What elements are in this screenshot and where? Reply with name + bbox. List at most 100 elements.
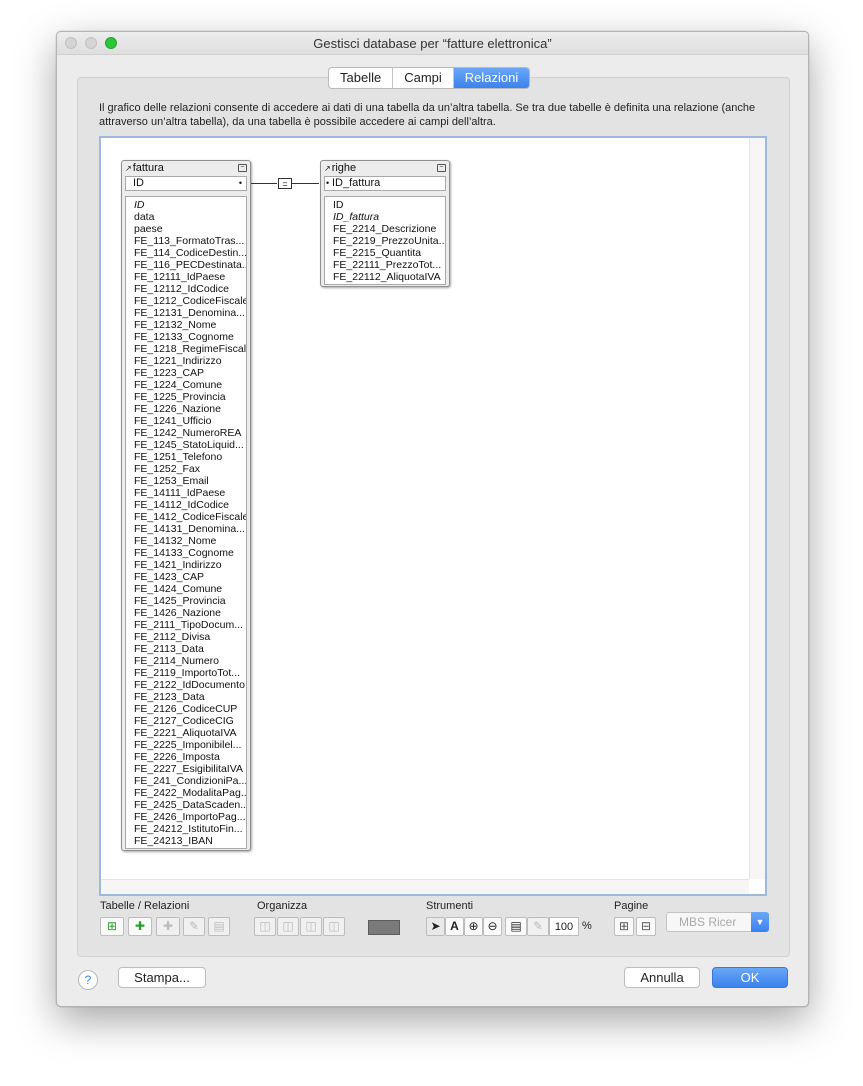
field-item[interactable]: FE_2113_Data <box>134 643 246 655</box>
field-item[interactable]: FE_2111_TipoDocum... <box>134 619 246 631</box>
field-item[interactable]: FE_1424_Comune <box>134 583 246 595</box>
color-swatch[interactable] <box>368 920 400 935</box>
add-relationship-button[interactable]: ✚ <box>128 917 152 936</box>
field-item[interactable]: FE_241_CondizioniPa... <box>134 775 246 787</box>
print-button[interactable]: Stampa... <box>118 967 206 988</box>
relationship-graph[interactable]: ↗fattura – ID • ID data paese FE_113_Format… <box>99 136 767 896</box>
field-item[interactable]: FE_1225_Provincia <box>134 391 246 403</box>
add-table-button[interactable]: ⊞ <box>100 917 124 936</box>
help-button[interactable]: ? <box>78 970 98 990</box>
field-item[interactable]: FE_14111_IdPaese <box>134 487 246 499</box>
match-field[interactable]: • ID_fattura <box>324 176 446 191</box>
tab-relazioni[interactable]: Relazioni <box>453 68 530 88</box>
delete-button[interactable]: ▤ <box>208 917 230 936</box>
field-item[interactable]: ID <box>333 199 445 211</box>
field-item[interactable]: FE_1241_Ufficio <box>134 415 246 427</box>
field-item[interactable]: FE_14112_IdCodice <box>134 499 246 511</box>
field-item[interactable]: FE_2219_PrezzoUnita... <box>333 235 445 247</box>
collapse-icon[interactable]: – <box>238 164 247 172</box>
field-item[interactable]: FE_2215_Quantita <box>333 247 445 259</box>
field-item[interactable]: FE_12132_Nome <box>134 319 246 331</box>
field-item[interactable]: FE_2123_Data <box>134 691 246 703</box>
field-item[interactable]: FE_24212_IstitutoFin... <box>134 823 246 835</box>
field-item[interactable]: FE_1224_Comune <box>134 379 246 391</box>
field-item[interactable]: FE_1426_Nazione <box>134 607 246 619</box>
plugin-popup[interactable]: MBS Ricer ▼ <box>666 912 769 932</box>
graph-canvas[interactable]: ↗fattura – ID • ID data paese FE_113_Format… <box>101 138 749 879</box>
relationship-line[interactable] <box>251 183 277 184</box>
field-item[interactable]: FE_1218_RegimeFiscale <box>134 343 246 355</box>
field-item[interactable]: FE_1412_CodiceFiscale <box>134 511 246 523</box>
show-page-breaks-button[interactable]: ⊞ <box>614 917 634 936</box>
fit-view-button[interactable]: ▤ <box>505 917 527 936</box>
field-item[interactable]: FE_22111_PrezzoTot... <box>333 259 445 271</box>
field-item[interactable]: FE_1245_StatoLiquid... <box>134 439 246 451</box>
field-item[interactable]: FE_2112_Divisa <box>134 631 246 643</box>
field-item[interactable]: FE_2114_Numero <box>134 655 246 667</box>
field-item[interactable]: FE_1425_Provincia <box>134 595 246 607</box>
field-item[interactable]: FE_12112_IdCodice <box>134 283 246 295</box>
field-item[interactable]: ID <box>134 199 246 211</box>
field-item[interactable]: FE_2122_IdDocumento <box>134 679 246 691</box>
field-item[interactable]: FE_2221_AliquotaIVA <box>134 727 246 739</box>
field-item[interactable]: FE_1423_CAP <box>134 571 246 583</box>
ok-button[interactable]: OK <box>712 967 788 988</box>
field-item[interactable]: FE_2426_ImportoPag... <box>134 811 246 823</box>
field-item[interactable]: FE_2225_Imponibilel... <box>134 739 246 751</box>
field-item[interactable]: FE_1421_Indirizzo <box>134 559 246 571</box>
table-occurrence-righe[interactable]: ↗righe – • ID_fattura ID ID_fattura FE_221… <box>320 160 450 287</box>
field-item[interactable]: FE_24213_IBAN <box>134 835 246 847</box>
field-item[interactable]: FE_2227_EsigibilitaIVA <box>134 763 246 775</box>
field-item[interactable]: FE_2214_Descrizione <box>333 223 445 235</box>
tab-tabelle[interactable]: Tabelle <box>329 68 394 88</box>
zoom-level-field[interactable]: 100 <box>549 917 579 936</box>
field-item[interactable]: FE_12131_Denomina... <box>134 307 246 319</box>
field-item[interactable]: FE_14131_Denomina... <box>134 523 246 535</box>
distribute-button[interactable]: ◫ <box>300 917 322 936</box>
field-item[interactable]: FE_2127_CodiceCIG <box>134 715 246 727</box>
field-item[interactable]: FE_1242_NumeroREA <box>134 427 246 439</box>
text-tool-button[interactable]: A <box>445 917 464 936</box>
select-tool-button[interactable]: ➤ <box>426 917 445 936</box>
field-item[interactable]: FE_116_PECDestinata... <box>134 259 246 271</box>
horizontal-scrollbar[interactable] <box>101 879 749 894</box>
field-item[interactable]: paese <box>134 223 246 235</box>
tab-campi[interactable]: Campi <box>393 68 454 88</box>
resize-button[interactable]: ◫ <box>323 917 345 936</box>
field-list[interactable]: ID ID_fattura FE_2214_Descrizione FE_2219_P… <box>324 196 446 285</box>
field-list[interactable]: ID data paese FE_113_FormatoTras... FE_114_C… <box>125 196 247 849</box>
vertical-scrollbar[interactable] <box>749 138 765 879</box>
field-item[interactable]: FE_14132_Nome <box>134 535 246 547</box>
field-item[interactable]: FE_1252_Fax <box>134 463 246 475</box>
field-item[interactable]: FE_1251_Telefono <box>134 451 246 463</box>
field-item[interactable]: FE_1226_Nazione <box>134 403 246 415</box>
field-item[interactable]: FE_1223_CAP <box>134 367 246 379</box>
field-item[interactable]: FE_22112_AliquotaIVA <box>333 271 445 283</box>
field-item[interactable]: FE_114_CodiceDestin... <box>134 247 246 259</box>
field-item[interactable]: FE_1221_Indirizzo <box>134 355 246 367</box>
match-field[interactable]: ID • <box>125 176 247 191</box>
field-item[interactable]: FE_2422_ModalitaPag... <box>134 787 246 799</box>
relationship-operator[interactable]: = <box>278 178 292 189</box>
duplicate-button[interactable]: ✚ <box>156 917 180 936</box>
field-item[interactable]: FE_2226_Imposta <box>134 751 246 763</box>
edit-button[interactable]: ✎ <box>183 917 205 936</box>
field-item[interactable]: FE_2119_ImportoTot... <box>134 667 246 679</box>
field-item[interactable]: FE_2425_DataScaden... <box>134 799 246 811</box>
table-header[interactable]: ↗fattura – <box>122 161 250 175</box>
page-setup-button[interactable]: ⊟ <box>636 917 656 936</box>
cancel-button[interactable]: Annulla <box>624 967 700 988</box>
collapse-icon[interactable]: – <box>437 164 446 172</box>
align-top-button[interactable]: ◫ <box>277 917 299 936</box>
zoom-in-button[interactable]: ⊕ <box>464 917 483 936</box>
table-header[interactable]: ↗righe – <box>321 161 449 175</box>
align-left-button[interactable]: ◫ <box>254 917 276 936</box>
field-item[interactable]: ID_fattura <box>333 211 445 223</box>
field-item[interactable]: FE_2126_CodiceCUP <box>134 703 246 715</box>
table-occurrence-fattura[interactable]: ↗fattura – ID • ID data paese FE_113_Format… <box>121 160 251 851</box>
field-item[interactable]: FE_1212_CodiceFiscale <box>134 295 246 307</box>
field-item[interactable]: FE_113_FormatoTras... <box>134 235 246 247</box>
field-item[interactable]: FE_1253_Email <box>134 475 246 487</box>
relationship-line[interactable] <box>292 183 319 184</box>
field-item[interactable]: FE_12111_IdPaese <box>134 271 246 283</box>
